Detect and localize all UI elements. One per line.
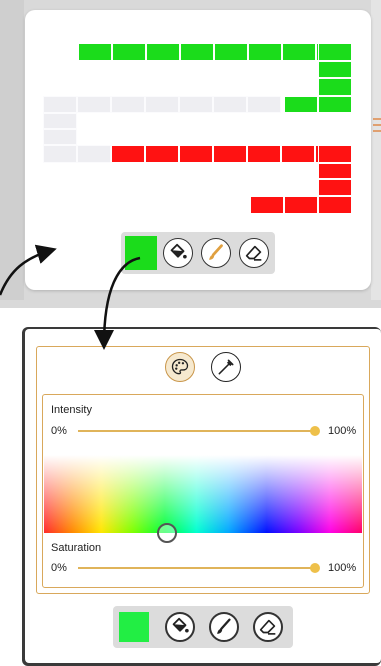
color-picker-cursor[interactable] [157,523,177,543]
red-cell[interactable] [318,145,352,163]
menu-handle-icon [373,118,381,132]
eraser-tool-button[interactable] [239,238,269,268]
green-cell[interactable] [318,61,352,78]
green-cell[interactable] [112,43,146,61]
red-cell[interactable] [145,145,179,163]
empty-cell[interactable] [145,96,179,113]
selected-color-swatch[interactable] [125,236,157,270]
eyedropper-mode-button[interactable] [211,352,241,382]
green-cell[interactable] [78,43,112,61]
saturation-min-label: 0% [51,562,67,574]
empty-cell[interactable] [213,96,247,113]
brush-icon [209,244,223,260]
empty-cell[interactable] [247,96,281,113]
brush-tool-button[interactable] [201,238,231,268]
intensity-min-label: 0% [51,425,67,437]
red-cell[interactable] [281,145,315,163]
brush-icon [217,618,231,634]
empty-cell[interactable] [77,96,111,113]
empty-cell[interactable] [111,96,145,113]
palette-mode-button[interactable] [165,352,195,382]
green-cell[interactable] [214,43,248,61]
brush-tool-button[interactable] [209,612,239,642]
red-cell[interactable] [179,145,213,163]
paint-bucket-icon [170,243,187,259]
red-cell[interactable] [318,163,352,179]
eraser-icon [259,619,276,635]
intensity-slider-track[interactable] [78,430,316,432]
eraser-icon [245,245,262,261]
green-cell[interactable] [146,43,180,61]
eyedropper-icon [218,359,234,375]
empty-cell[interactable] [43,129,77,145]
palette-icon [171,358,189,375]
green-cell[interactable] [318,78,352,96]
selected-color-swatch[interactable] [119,612,149,642]
empty-cell[interactable] [77,145,111,163]
top-toolbar [121,232,275,274]
red-cell[interactable] [247,145,281,163]
bottom-toolbar [113,606,293,648]
red-cell[interactable] [318,179,352,196]
green-cell[interactable] [318,96,352,113]
right-edge-strip [371,0,381,300]
red-cell[interactable] [250,196,284,214]
fill-tool-button[interactable] [165,612,195,642]
red-cell[interactable] [318,196,352,214]
red-cell[interactable] [111,145,145,163]
empty-cell[interactable] [43,145,77,163]
saturation-max-label: 100% [328,562,357,574]
color-spectrum[interactable] [44,455,362,533]
empty-cell[interactable] [43,113,77,129]
empty-cell[interactable] [43,96,77,113]
green-cell[interactable] [248,43,282,61]
red-cell[interactable] [213,145,247,163]
empty-cell[interactable] [179,96,213,113]
drawing-card [25,10,371,290]
green-cell[interactable] [284,96,318,113]
intensity-slider-thumb[interactable] [310,426,320,436]
paint-bucket-icon [172,617,189,633]
green-cell[interactable] [180,43,214,61]
eraser-tool-button[interactable] [253,612,283,642]
green-cell[interactable] [282,43,316,61]
left-edge-strip [0,0,24,300]
intensity-label: Intensity [51,404,92,416]
fill-tool-button[interactable] [163,238,193,268]
saturation-slider-track[interactable] [78,567,316,569]
saturation-slider-thumb[interactable] [310,563,320,573]
green-cell[interactable] [318,43,352,61]
saturation-label: Saturation [51,542,102,554]
intensity-max-label: 100% [328,425,357,437]
red-cell[interactable] [284,196,318,214]
